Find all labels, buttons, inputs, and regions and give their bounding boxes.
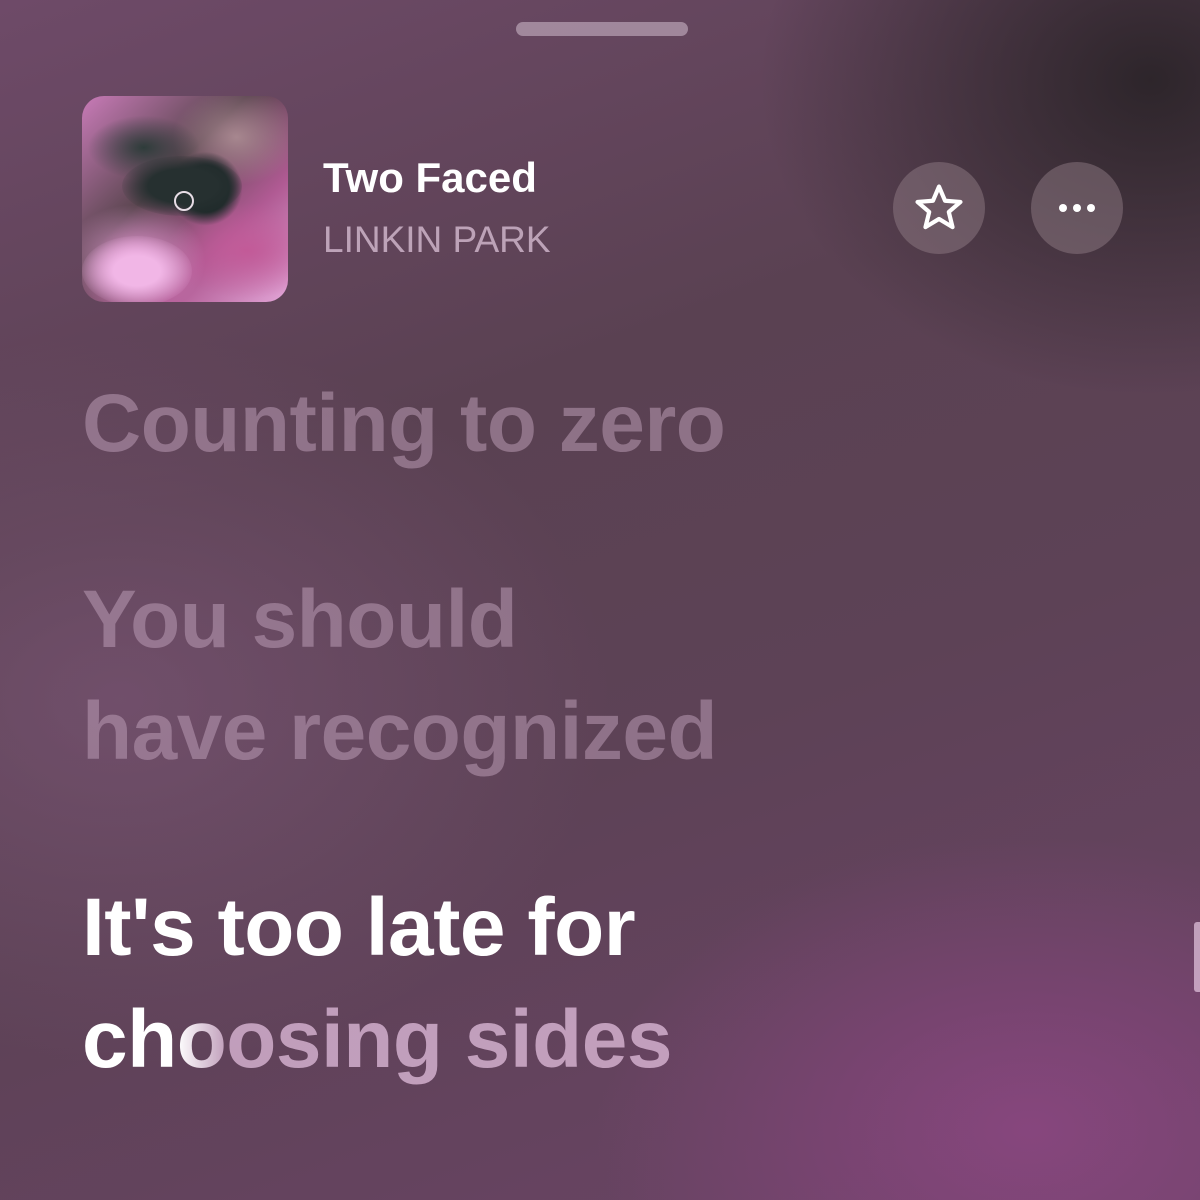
current-lyric-line[interactable]: It's too late for (82, 872, 1082, 984)
lyric-line[interactable]: You should (82, 564, 1082, 676)
band-logo-icon (174, 191, 194, 211)
more-options-button[interactable] (1031, 162, 1123, 254)
ellipsis-icon (1059, 204, 1095, 212)
transition-text: o (176, 994, 227, 1085)
track-title[interactable]: Two Faced (323, 154, 537, 202)
sung-text: ch (82, 994, 177, 1085)
album-artwork[interactable] (82, 96, 288, 302)
sheet-grabber-handle[interactable] (516, 22, 688, 36)
scroll-indicator[interactable] (1194, 922, 1200, 992)
now-playing-header: Two Faced LINKIN PARK (82, 96, 1123, 302)
lyric-line[interactable]: have recognized (82, 676, 1082, 788)
unsung-text: osing sides (226, 994, 672, 1085)
current-lyric-line-progress[interactable]: choosing sides (82, 984, 1082, 1096)
favorite-button[interactable] (893, 162, 985, 254)
lyrics-view[interactable]: Counting to zero You should have recogni… (82, 368, 1082, 1096)
star-icon (915, 184, 963, 230)
lyric-line[interactable]: Counting to zero (82, 368, 1082, 480)
track-artist[interactable]: LINKIN PARK (323, 219, 551, 261)
